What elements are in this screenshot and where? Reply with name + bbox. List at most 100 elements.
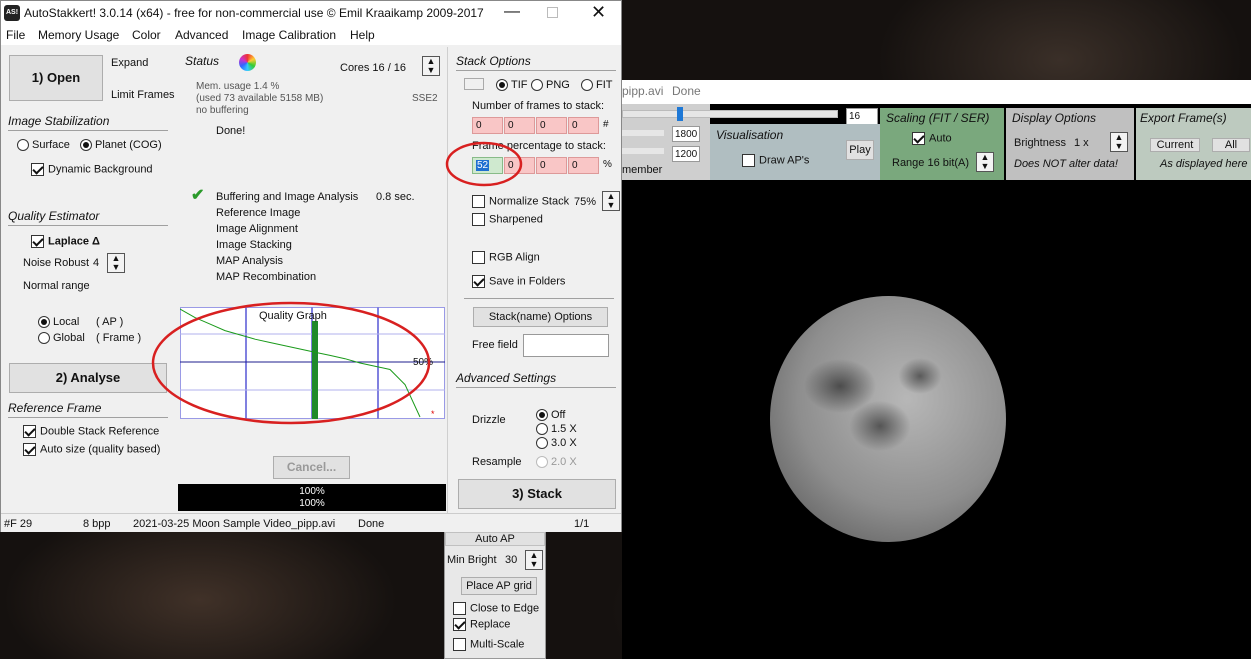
menu-color[interactable]: Color — [132, 28, 161, 42]
local-radio[interactable]: Local — [38, 316, 79, 329]
tif-radio[interactable]: TIF — [496, 79, 528, 92]
buffer-time: 0.8 sec. — [376, 191, 415, 203]
menu-help[interactable]: Help — [350, 28, 375, 42]
planet-label: Planet (COG) — [95, 139, 162, 151]
progress-1: 100% — [299, 486, 325, 497]
end-marker-icon: * — [431, 409, 435, 419]
export-all-button[interactable]: All — [1212, 138, 1250, 152]
quality-estimator-title: Quality Estimator — [8, 209, 100, 223]
stack-name-options-button[interactable]: Stack(name) Options — [473, 307, 608, 327]
close-icon[interactable]: ✕ — [591, 2, 606, 23]
autostakkert-window: AS! AutoStakkert! 3.0.14 (x64) - free fo… — [0, 0, 622, 532]
normalize-stack-checkbox[interactable]: Normalize Stack — [472, 195, 569, 208]
dynamic-background-checkbox[interactable]: Dynamic Background — [31, 163, 153, 176]
save-in-folders-label: Save in Folders — [489, 275, 566, 288]
brightness-value: 1 x — [1074, 137, 1089, 149]
frame-slider-thumb[interactable] — [677, 107, 683, 121]
save-in-folders-checkbox[interactable]: Save in Folders — [472, 275, 565, 288]
range-spin-icon[interactable]: ▲ ▼ — [976, 152, 994, 172]
open-button[interactable]: 1) Open — [9, 55, 103, 101]
export-panel: Export Frame(s) Current All As displayed… — [1136, 108, 1251, 180]
stack-button[interactable]: 3) Stack — [458, 479, 616, 509]
divider — [8, 130, 168, 131]
menu-memory-usage[interactable]: Memory Usage — [38, 28, 119, 42]
percentage-input-4[interactable]: 0 — [568, 157, 599, 174]
sharpened-label: Sharpened — [489, 213, 543, 226]
analyse-button[interactable]: 2) Analyse — [9, 363, 167, 393]
frames-input-2[interactable]: 0 — [504, 117, 535, 134]
percentage-input-2[interactable]: 0 — [504, 157, 535, 174]
percentage-input-3[interactable]: 0 — [536, 157, 567, 174]
place-ap-grid-button[interactable]: Place AP grid — [461, 577, 537, 595]
resample-2-0-radio[interactable]: 2.0 X — [536, 456, 577, 469]
noise-robust-spin-icon[interactable]: ▲ ▼ — [107, 253, 125, 273]
planet-radio[interactable]: Planet (COG) — [80, 139, 162, 152]
menu-file[interactable]: File — [6, 28, 25, 42]
replace-checkbox[interactable]: Replace — [453, 618, 510, 631]
export-current-button[interactable]: Current — [1150, 138, 1200, 152]
value-1800[interactable]: 1800 — [672, 126, 700, 142]
divider — [456, 70, 616, 71]
image-stabilization-title: Image Stabilization — [8, 114, 110, 128]
menu-bar: File Memory Usage Color Advanced Image C… — [1, 25, 621, 45]
min-bright-spin-icon[interactable]: ▲ ▼ — [525, 550, 543, 570]
close-to-edge-label: Close to Edge — [470, 602, 540, 615]
remember-label: member — [622, 164, 663, 176]
drizzle-off-radio[interactable]: Off — [536, 409, 565, 422]
frames-unit: # — [603, 119, 609, 130]
frames-input-4[interactable]: 0 — [568, 117, 599, 134]
drizzle-1-5-radio[interactable]: 1.5 X — [536, 423, 577, 436]
color-swatch[interactable] — [464, 78, 484, 90]
limit-frames-link[interactable]: Limit Frames — [111, 89, 175, 101]
viewer-window: pipp.avi Done 1800 1200 member 16 Visual… — [622, 80, 1251, 659]
global-radio[interactable]: Global — [38, 332, 85, 345]
surface-label: Surface — [32, 139, 70, 151]
png-radio[interactable]: PNG — [531, 79, 570, 92]
menu-image-calibration[interactable]: Image Calibration — [242, 28, 336, 42]
moon-image — [770, 296, 1006, 542]
cancel-button[interactable]: Cancel... — [273, 456, 350, 479]
minimize-icon[interactable]: — — [504, 3, 520, 21]
frames-input-3[interactable]: 0 — [536, 117, 567, 134]
rgb-align-checkbox[interactable]: RGB Align — [472, 251, 540, 264]
fit-radio[interactable]: FIT — [581, 79, 613, 92]
buffering-text: no buffering — [196, 105, 249, 116]
divider — [8, 225, 168, 226]
slider-1200[interactable] — [622, 148, 664, 154]
multi-scale-checkbox[interactable]: Multi-Scale — [453, 638, 524, 651]
auto-size-checkbox[interactable]: Auto size (quality based) — [23, 443, 160, 456]
close-to-edge-checkbox[interactable]: Close to Edge — [453, 602, 539, 615]
sse-label: SSE2 — [412, 93, 438, 104]
frames-input-1[interactable]: 0 — [472, 117, 503, 134]
menu-advanced[interactable]: Advanced — [175, 28, 228, 42]
percentage-to-stack-label: Frame percentage to stack: — [472, 140, 606, 152]
auto-ap-button[interactable]: Auto AP — [445, 532, 545, 546]
memory-usage-text: Mem. usage 1.4 % — [196, 81, 280, 92]
brightness-spin-icon[interactable]: ▲ ▼ — [1110, 132, 1128, 152]
play-button[interactable]: Play — [846, 140, 874, 160]
png-label: PNG — [546, 79, 570, 91]
laplace-checkbox[interactable]: Laplace Δ — [31, 235, 100, 248]
free-field-input[interactable] — [523, 334, 609, 357]
visualisation-panel: Visualisation Draw AP's Play — [710, 124, 880, 180]
quality-graph: Quality Graph 50% * — [180, 307, 445, 419]
draw-aps-label: Draw AP's — [759, 154, 810, 167]
expand-link[interactable]: Expand — [111, 57, 148, 69]
surface-radio[interactable]: Surface — [17, 139, 70, 152]
memory-detail-text: (used 73 available 5158 MB) — [196, 93, 324, 104]
value-1200[interactable]: 1200 — [672, 146, 700, 162]
drizzle-3-0-radio[interactable]: 3.0 X — [536, 437, 577, 450]
double-stack-checkbox[interactable]: Double Stack Reference — [23, 425, 159, 438]
color-wheel-icon — [239, 54, 256, 71]
sharpened-checkbox[interactable]: Sharpened — [472, 213, 543, 226]
slider-1800[interactable] — [622, 130, 664, 136]
auto-label: Auto — [929, 132, 952, 145]
normalize-spin-icon[interactable]: ▲ ▼ — [602, 191, 620, 211]
frame-slider[interactable] — [622, 110, 838, 118]
auto-checkbox[interactable]: Auto — [912, 132, 952, 145]
draw-aps-checkbox[interactable]: Draw AP's — [742, 154, 809, 167]
percentage-input-1[interactable]: 52 — [472, 157, 503, 174]
status-state: Done — [358, 518, 385, 530]
cores-spin-icon[interactable]: ▲ ▼ — [422, 56, 440, 76]
maximize-icon[interactable] — [547, 7, 558, 18]
